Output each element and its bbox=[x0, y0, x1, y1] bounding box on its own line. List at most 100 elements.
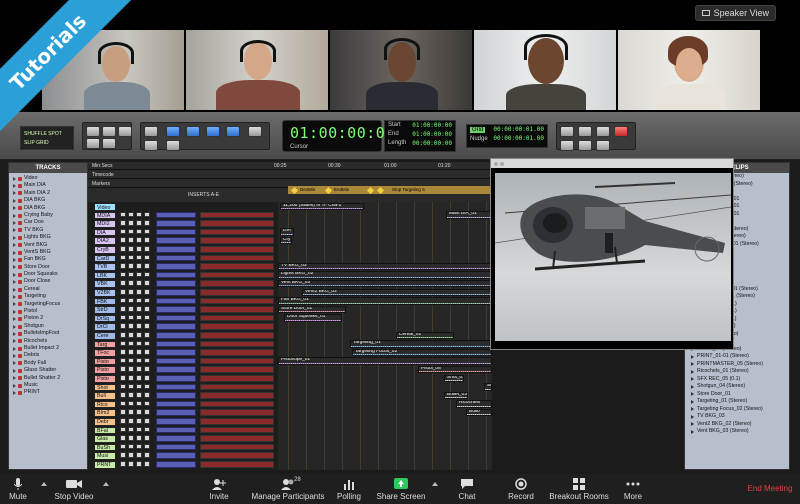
track-list-item[interactable]: Video bbox=[9, 175, 87, 182]
track-name[interactable]: DIA bbox=[94, 228, 116, 237]
mute-button[interactable] bbox=[136, 383, 142, 390]
mute-button[interactable] bbox=[136, 340, 142, 347]
insert-slot[interactable] bbox=[156, 435, 196, 442]
track-name[interactable]: PRNT bbox=[94, 461, 116, 469]
track-header[interactable]: Shot bbox=[88, 383, 278, 392]
invite-button[interactable]: Invite bbox=[204, 474, 234, 504]
audio-clip[interactable]: Door Squeaks_01 bbox=[284, 314, 342, 322]
insert-slot[interactable] bbox=[156, 220, 196, 227]
track-name[interactable]: BIm2 bbox=[94, 409, 116, 417]
audio-clip[interactable]: Shot_02 bbox=[444, 374, 464, 383]
voice-button[interactable] bbox=[144, 263, 150, 269]
track-name[interactable]: Cere bbox=[94, 332, 116, 340]
track-name[interactable]: V2BK bbox=[94, 289, 116, 297]
track-name[interactable]: CryB bbox=[94, 246, 116, 254]
mute-button[interactable] bbox=[136, 297, 142, 304]
io-selector[interactable] bbox=[200, 314, 274, 322]
mute-button[interactable]: Mute bbox=[6, 474, 30, 504]
expand-arrow-icon[interactable] bbox=[13, 228, 16, 233]
polling-button[interactable]: Polling bbox=[334, 474, 364, 504]
track-header[interactable]: DrSq bbox=[88, 314, 278, 323]
expand-arrow-icon[interactable] bbox=[13, 317, 16, 322]
expand-arrow-icon[interactable] bbox=[13, 176, 16, 181]
min-secs-ruler[interactable]: Min:Secs 00:25 00:30 01:00 01:20 bbox=[88, 162, 492, 170]
solo-button[interactable] bbox=[128, 228, 134, 235]
track-name[interactable]: CarD bbox=[94, 254, 116, 263]
expand-arrow-icon[interactable] bbox=[691, 392, 694, 397]
audio-clip[interactable]: Store Door_01 bbox=[278, 305, 346, 314]
scrubber-tool-icon[interactable] bbox=[248, 126, 262, 137]
track-list-item[interactable]: DIA BKG bbox=[9, 205, 87, 212]
voice-button[interactable] bbox=[144, 280, 150, 286]
solo-button[interactable] bbox=[128, 383, 134, 390]
track-list-item[interactable]: Glass Shatter bbox=[9, 367, 87, 374]
audio-clip[interactable]: Pistol_08 bbox=[418, 365, 492, 374]
expand-arrow-icon[interactable] bbox=[13, 250, 16, 255]
io-selector[interactable] bbox=[200, 306, 274, 313]
track-list-item[interactable]: Main DIA 2 bbox=[9, 190, 87, 197]
track-name[interactable]: Pisto bbox=[94, 375, 116, 383]
solo-button[interactable] bbox=[128, 263, 134, 269]
expand-arrow-icon[interactable] bbox=[13, 339, 16, 344]
zoom-preset-button[interactable] bbox=[118, 126, 132, 137]
insert-slot[interactable] bbox=[156, 246, 196, 253]
pencil-tool-icon[interactable] bbox=[144, 140, 158, 151]
expand-arrow-icon[interactable] bbox=[13, 235, 16, 240]
track-header[interactable]: Pisto bbox=[88, 365, 278, 374]
clip-list-item[interactable]: PRINTMASTER_05 (Stereo) bbox=[685, 361, 789, 369]
solo-button[interactable] bbox=[128, 357, 134, 364]
insert-slot[interactable] bbox=[156, 392, 196, 399]
mute-button[interactable] bbox=[136, 289, 142, 295]
io-selector[interactable] bbox=[200, 383, 274, 391]
smart-tool-icon[interactable] bbox=[226, 126, 240, 137]
audio-options-caret[interactable] bbox=[41, 482, 47, 486]
insert-slot[interactable] bbox=[156, 349, 196, 356]
solo-button[interactable] bbox=[128, 306, 134, 312]
insert-slot[interactable] bbox=[156, 426, 196, 434]
expand-arrow-icon[interactable] bbox=[13, 376, 16, 381]
track-header[interactable]: Bull bbox=[88, 391, 278, 400]
record-enable-button[interactable] bbox=[120, 332, 126, 338]
insert-slot[interactable] bbox=[156, 461, 196, 468]
voice-button[interactable] bbox=[144, 237, 150, 243]
insert-slot[interactable] bbox=[156, 383, 196, 391]
io-selector[interactable] bbox=[200, 452, 274, 459]
io-selector[interactable] bbox=[200, 211, 274, 219]
expand-arrow-icon[interactable] bbox=[13, 221, 16, 226]
mute-button[interactable] bbox=[136, 443, 142, 450]
track-list-item[interactable]: Ricochets bbox=[9, 338, 87, 345]
track-list-item[interactable]: Door Close bbox=[9, 278, 87, 285]
grabber-tool-icon[interactable] bbox=[206, 126, 220, 137]
io-selector[interactable] bbox=[200, 392, 274, 399]
track-header[interactable]: FBK bbox=[88, 297, 278, 306]
voice-button[interactable] bbox=[144, 289, 150, 295]
share-screen-button[interactable]: Share Screen bbox=[376, 474, 426, 504]
track-list-item[interactable]: Bullet Impact 2 bbox=[9, 345, 87, 352]
insert-slot[interactable] bbox=[156, 314, 196, 322]
track-header[interactable]: TFoc bbox=[88, 348, 278, 357]
track-header[interactable]: MDIA bbox=[88, 211, 278, 220]
track-name[interactable]: Glas bbox=[94, 435, 116, 443]
io-selector[interactable] bbox=[200, 461, 274, 468]
io-selector[interactable] bbox=[200, 246, 274, 253]
track-list-item[interactable]: Lights BKG bbox=[9, 234, 87, 241]
stop-video-button[interactable]: Stop Video bbox=[54, 474, 94, 504]
solo-button[interactable] bbox=[128, 297, 134, 304]
io-selector[interactable] bbox=[200, 280, 274, 287]
track-list-item[interactable]: Fan BKG bbox=[9, 256, 87, 263]
record-enable-button[interactable] bbox=[120, 392, 126, 398]
audio-clip[interactable]: Bullet_03 bbox=[444, 391, 468, 400]
record-enable-button[interactable] bbox=[120, 340, 126, 347]
io-selector[interactable] bbox=[200, 443, 274, 451]
audio-clip[interactable]: 11,200 (Slides) In Ti- Cha-1 bbox=[280, 202, 364, 211]
manage-participants-button[interactable]: Manage Participants 28 bbox=[246, 474, 330, 504]
track-header[interactable]: DIA2 bbox=[88, 236, 278, 245]
track-name[interactable]: FBK bbox=[94, 297, 116, 306]
clip-list-item[interactable]: Vent BKG_03 (Stereo) bbox=[685, 428, 789, 436]
insert-slot[interactable] bbox=[156, 375, 196, 382]
mute-button[interactable] bbox=[136, 211, 142, 218]
io-selector[interactable] bbox=[200, 340, 274, 348]
zoom-in-button[interactable] bbox=[102, 126, 116, 137]
track-list-item[interactable]: PRINT bbox=[9, 389, 87, 396]
record-enable-button[interactable] bbox=[120, 263, 126, 269]
